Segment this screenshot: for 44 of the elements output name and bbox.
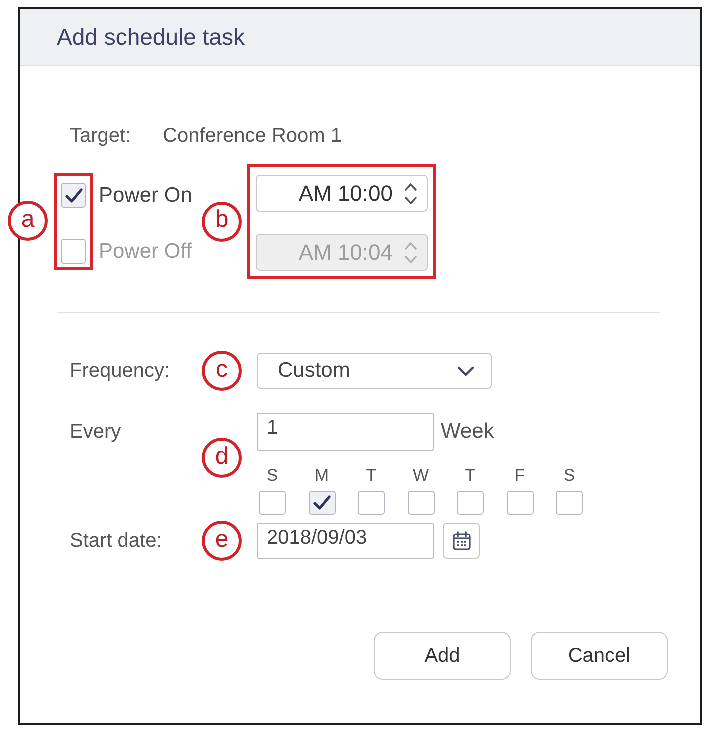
tick-icon xyxy=(64,188,82,204)
checkbox[interactable] xyxy=(457,491,484,515)
annotation-marker: d xyxy=(202,438,242,478)
checkbox-label: Power Off xyxy=(99,239,192,264)
dialog-button[interactable]: Add xyxy=(374,632,511,680)
calendar-button[interactable] xyxy=(443,523,480,559)
time-field[interactable]: AM 10:00 xyxy=(256,175,428,212)
checkbox[interactable] xyxy=(556,491,583,515)
weekday-label: M xyxy=(314,468,330,484)
dialog-title: Add schedule task xyxy=(57,23,245,51)
checkbox[interactable] xyxy=(259,491,286,515)
spinner-icon[interactable] xyxy=(403,180,419,206)
checkbox-label: Power On xyxy=(99,183,192,208)
weekday-label: F xyxy=(514,468,526,484)
annotation-marker: a xyxy=(8,201,48,241)
field-label: Frequency: xyxy=(69,359,172,384)
weekday-label: S xyxy=(562,468,576,484)
calendar-icon xyxy=(452,531,472,551)
chevron-down-icon xyxy=(457,366,475,376)
tick-icon xyxy=(313,495,331,511)
annotation-marker: e xyxy=(202,521,242,561)
date-field[interactable]: 2018/09/03 xyxy=(257,523,434,559)
checkbox[interactable] xyxy=(61,183,86,208)
checkbox[interactable] xyxy=(358,491,385,515)
weekday-label: T xyxy=(365,468,378,484)
target-label: Target: xyxy=(70,124,132,148)
time-field: AM 10:04 xyxy=(256,234,428,271)
annotation-marker: b xyxy=(202,202,242,242)
interval-field[interactable]: 1 xyxy=(257,413,434,451)
checkbox[interactable] xyxy=(61,239,86,264)
dialog-button[interactable]: Cancel xyxy=(531,632,668,680)
target-value: Conference Room 1 xyxy=(163,124,342,148)
checkbox[interactable] xyxy=(308,491,336,515)
checkbox[interactable] xyxy=(506,491,534,515)
weekday-label: T xyxy=(464,468,477,484)
field-label: Every xyxy=(69,420,122,445)
weekday-label: S xyxy=(266,468,280,484)
annotation-marker: c xyxy=(202,351,242,391)
spinner-icon xyxy=(403,240,419,266)
frequency-dropdown[interactable]: Custom xyxy=(257,353,492,389)
checkbox[interactable] xyxy=(408,491,434,515)
field-label: Start date: xyxy=(69,529,164,554)
weekday-label: W xyxy=(412,468,430,484)
unit-label: Week xyxy=(441,419,494,446)
